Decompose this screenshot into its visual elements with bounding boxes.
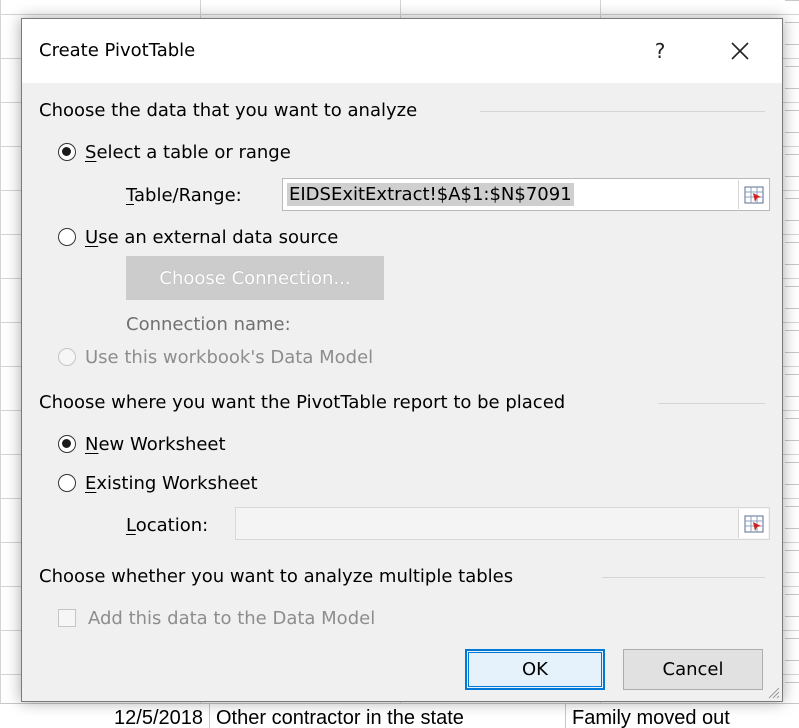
section-divider — [602, 577, 765, 578]
radio-workbook-data-model[interactable]: Use this workbook's Data Model — [58, 344, 373, 370]
location-collapse-button[interactable] — [738, 509, 768, 538]
radio-button-checked[interactable] — [58, 435, 76, 453]
dialog-titlebar[interactable]: Create PivotTable ? — [22, 19, 782, 83]
spreadsheet-cell-reason[interactable]: Other contractor in the state — [210, 704, 566, 728]
range-collapse-button[interactable] — [738, 180, 768, 209]
cancel-button[interactable]: Cancel — [623, 649, 763, 690]
section-divider — [658, 403, 765, 404]
help-button[interactable]: ? — [642, 33, 678, 69]
radio-select-table-range[interactable]: Select a table or range — [58, 139, 291, 165]
checkbox-disabled[interactable] — [58, 609, 76, 627]
ok-button[interactable]: OK — [465, 649, 605, 690]
radio-button-disabled[interactable] — [58, 348, 76, 366]
table-range-value: EIDSExitExtract!$A$1:$N$7091 — [287, 183, 574, 206]
choose-connection-button[interactable]: Choose Connection... — [126, 256, 384, 300]
checkbox-add-to-data-model[interactable]: Add this data to the Data Model — [58, 605, 375, 631]
location-label: Location: — [126, 515, 209, 536]
radio-button-checked[interactable] — [58, 143, 76, 161]
dialog-title: Create PivotTable — [39, 40, 196, 61]
range-select-icon — [744, 515, 763, 532]
close-button[interactable] — [722, 33, 758, 69]
table-range-input[interactable]: EIDSExitExtract!$A$1:$N$7091 — [282, 178, 770, 211]
radio-existing-worksheet[interactable]: Existing Worksheet — [58, 470, 258, 496]
section-divider — [480, 111, 765, 112]
spreadsheet-right-grid — [785, 0, 799, 727]
table-range-label: Table/Range: — [126, 185, 242, 206]
connection-name-label: Connection name: — [126, 314, 291, 335]
radio-external-data-source[interactable]: Use an external data source — [58, 224, 338, 250]
spreadsheet-cell-detail[interactable]: Family moved out — [566, 704, 799, 728]
radio-new-worksheet[interactable]: New Worksheet — [58, 431, 226, 457]
resize-grip-icon[interactable] — [766, 685, 780, 699]
range-select-icon — [744, 186, 763, 203]
radio-button[interactable] — [58, 228, 76, 246]
create-pivottable-dialog: Create PivotTable ? Choose the data that… — [21, 18, 783, 702]
section-header-placement: Choose where you want the PivotTable rep… — [39, 392, 566, 413]
section-header-data: Choose the data that you want to analyze — [39, 100, 418, 121]
radio-button[interactable] — [58, 474, 76, 492]
close-icon — [731, 42, 749, 60]
location-input[interactable] — [235, 507, 770, 540]
spreadsheet-row: 12/5/2018 Other contractor in the state … — [0, 703, 799, 728]
section-header-multiple-tables: Choose whether you want to analyze multi… — [39, 566, 514, 587]
spreadsheet-cell-date[interactable]: 12/5/2018 — [0, 704, 210, 728]
